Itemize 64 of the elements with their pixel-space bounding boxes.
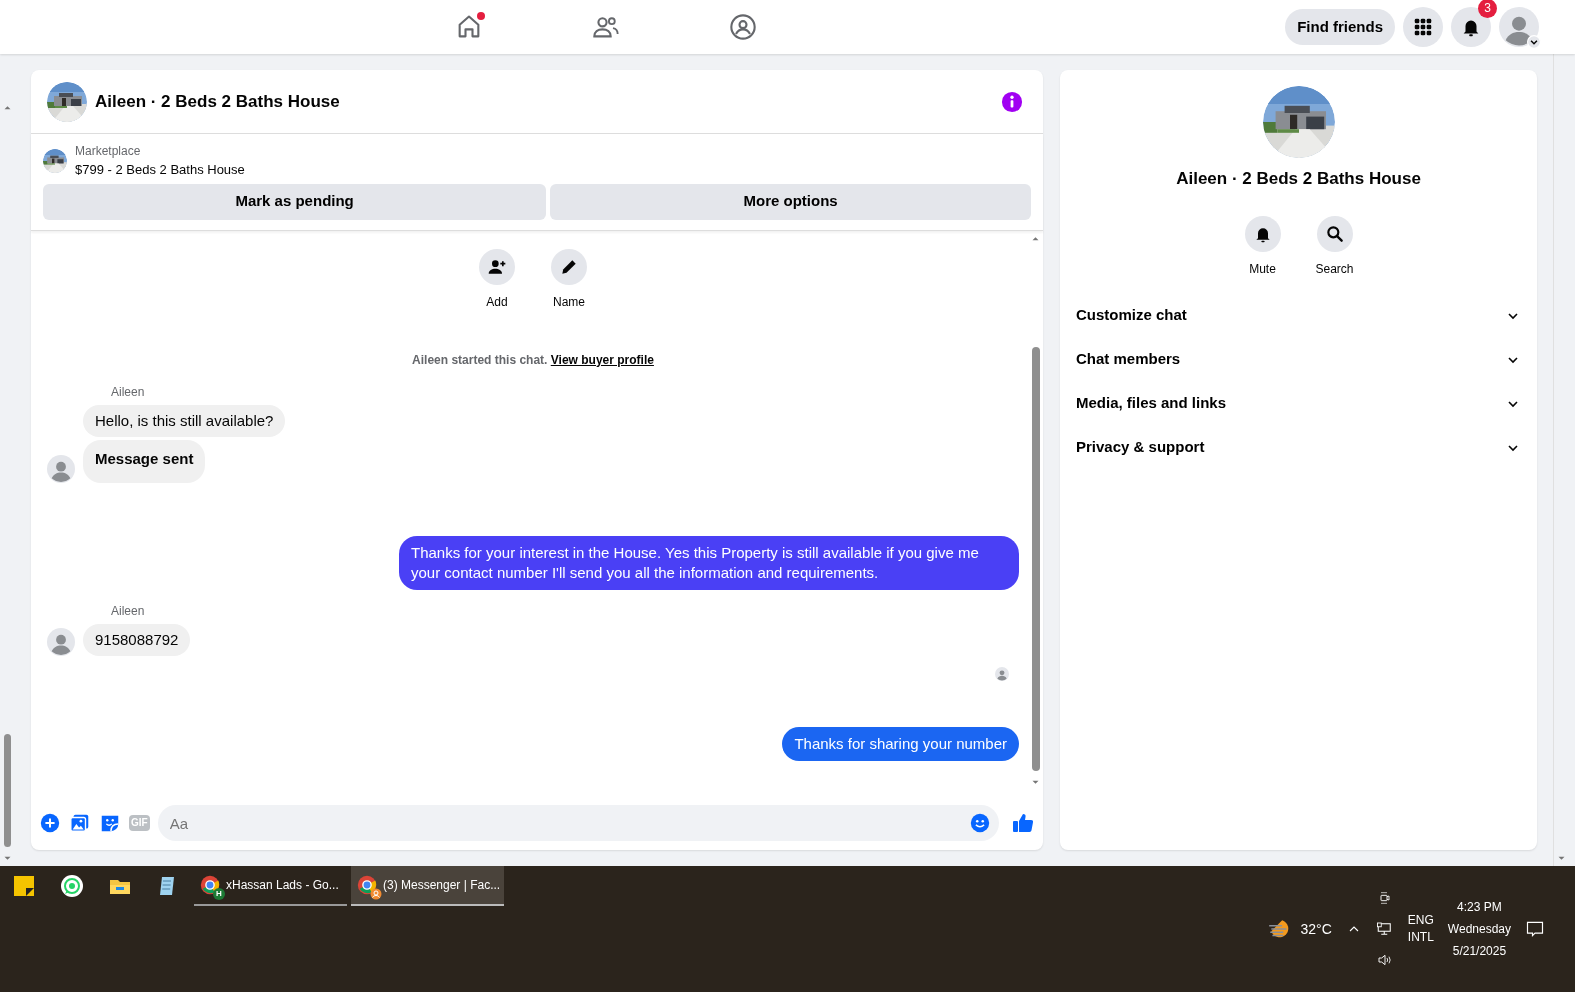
info-button[interactable] xyxy=(1001,90,1023,113)
action-label: Mute xyxy=(1248,260,1277,278)
search-button[interactable] xyxy=(1316,215,1353,252)
profile-badge-icon xyxy=(370,888,382,900)
language-indicator[interactable]: ENG INTL xyxy=(1407,912,1434,946)
message-bubble: Hello, is this still available? xyxy=(83,404,286,437)
person-circle-icon xyxy=(728,13,757,41)
info-icon xyxy=(1001,90,1023,113)
mark-pending-button[interactable]: Mark as pending xyxy=(43,183,547,220)
seen-avatar xyxy=(995,666,1009,681)
section-header[interactable]: Privacy & support xyxy=(1060,425,1537,470)
message-bubble: Thanks for sharing your number xyxy=(782,726,1019,761)
message-bubble: 9158088792 xyxy=(83,623,191,656)
taskbar-window[interactable]: (3) Messenger | Fac... xyxy=(351,866,504,906)
listing-source: Marketplace xyxy=(75,143,142,160)
notification-center-icon[interactable] xyxy=(1525,919,1545,939)
message-bubble: Thanks for your interest in the House. Yes this Property is still available if you give me your contact number I'll send you all the information and requirements. xyxy=(399,535,1019,590)
sender-name: Aileen xyxy=(111,383,146,401)
profile-avatar xyxy=(1499,7,1539,47)
browser-icon xyxy=(199,874,221,896)
message-bubble: Message sent xyxy=(83,439,206,483)
chat-bubble-icon xyxy=(60,874,84,898)
caret-icon[interactable] xyxy=(1527,35,1541,49)
search-icon xyxy=(1324,223,1345,244)
action-label: Add xyxy=(485,293,509,311)
network-icon[interactable] xyxy=(1375,920,1394,938)
like-button[interactable] xyxy=(1011,811,1035,835)
add-button[interactable] xyxy=(39,812,61,834)
thumbs-up-icon xyxy=(1011,811,1035,835)
profile-badge: H xyxy=(213,888,225,900)
section-header[interactable]: Customize chat xyxy=(1060,293,1537,338)
menu-button[interactable] xyxy=(1403,7,1443,47)
message-input[interactable]: Aa xyxy=(157,805,999,841)
image-icon xyxy=(69,812,91,834)
grid-icon xyxy=(1412,16,1434,38)
plus-icon xyxy=(39,812,61,834)
browser-icon xyxy=(356,874,378,896)
conversation-title: Aileen · 2 Beds 2 Baths House xyxy=(1176,168,1421,190)
scrollbar-thumb[interactable] xyxy=(4,734,11,847)
find-friends-button[interactable]: Find friends xyxy=(1285,9,1395,45)
buyer-profile-link[interactable]: View buyer profile xyxy=(550,352,654,367)
sender-avatar xyxy=(47,627,75,656)
action-label: Name xyxy=(552,293,586,311)
mute-button[interactable] xyxy=(1244,215,1281,252)
more-options-button[interactable]: More options xyxy=(550,183,1031,220)
section-header[interactable]: Chat members xyxy=(1060,337,1537,382)
add-people-button[interactable] xyxy=(479,248,515,285)
action-label: Search xyxy=(1314,260,1355,278)
emoji-icon[interactable] xyxy=(969,812,991,834)
photo-button[interactable] xyxy=(69,812,91,834)
temperature: 32°C xyxy=(1300,919,1332,939)
clock[interactable]: 4:23 PM Wednesday 5/21/2025 xyxy=(1447,896,1511,962)
section-header[interactable]: Media, files and links xyxy=(1060,381,1537,426)
chat-title: Aileen · 2 Beds 2 Baths House xyxy=(95,90,340,113)
notification-badge: 3 xyxy=(1478,0,1497,18)
sender-name: Aileen xyxy=(111,602,146,620)
taskbar-window[interactable]: H xHassan Lads - Go... xyxy=(194,866,347,906)
rename-button[interactable] xyxy=(551,248,587,285)
scrollbar-thumb[interactable] xyxy=(1032,346,1040,771)
sender-avatar xyxy=(47,454,75,483)
sticky-note-icon xyxy=(12,874,36,898)
listing-title: $799 - 2 Beds 2 Baths House xyxy=(75,161,245,179)
speaker-icon[interactable] xyxy=(1376,952,1393,968)
chat-started-text: Aileen started this chat. View buyer profile xyxy=(411,351,655,369)
